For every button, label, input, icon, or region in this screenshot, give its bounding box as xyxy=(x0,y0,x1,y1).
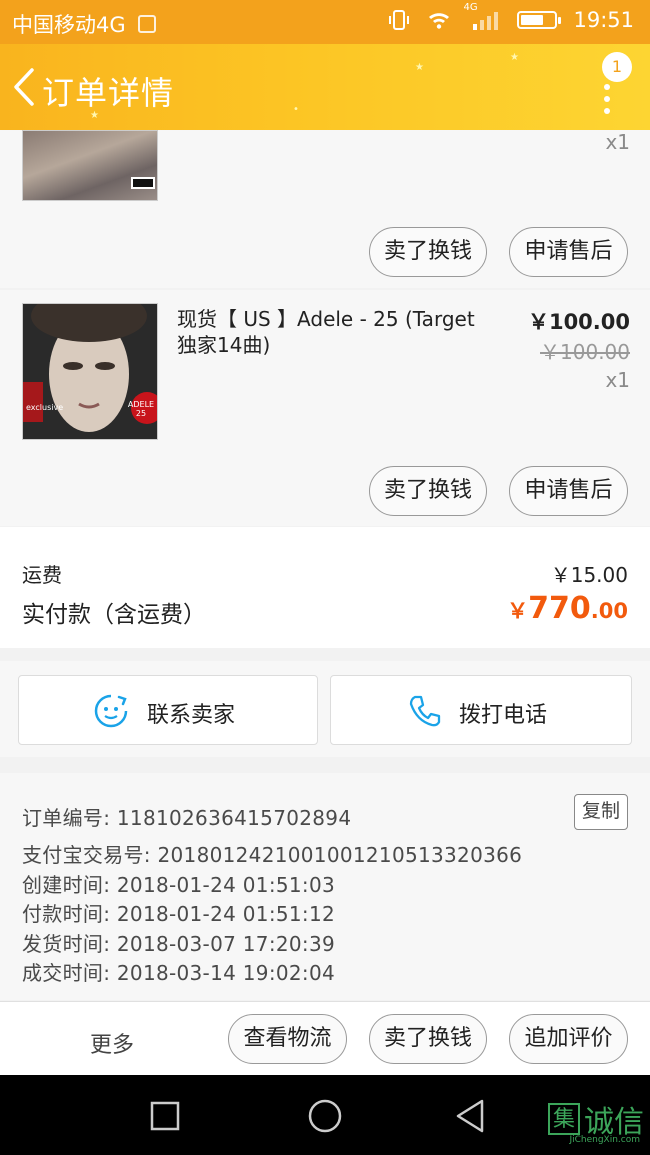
contact-seller-button[interactable]: 联系卖家 xyxy=(18,675,318,745)
vibrate-icon xyxy=(389,10,410,30)
album-cover-image[interactable]: exclusive ADELE 25 xyxy=(22,303,158,440)
order-item: x1 卖了换钱 申请售后 xyxy=(0,130,650,288)
carrier-label: 中国移动4G xyxy=(12,13,126,37)
album-cover-sticker: exclusive xyxy=(26,403,64,412)
watermark-subtext: JiChengXin.com xyxy=(569,1135,640,1145)
order-info: 订单编号: 1181026364157028​94 复制 支付宝交易号: 201… xyxy=(0,773,650,1000)
status-bar: 中国移动4G 4G 19:51 xyxy=(0,0,650,44)
footer-action-bar: 更多 查看物流 卖了换钱 追加评价 xyxy=(0,1001,650,1076)
recent-apps-icon[interactable] xyxy=(148,1099,182,1133)
wifi-icon xyxy=(429,13,450,29)
product-title[interactable]: 现货【 US 】Adele - 25 (Target独家14曲) xyxy=(177,306,487,358)
phone-icon xyxy=(409,695,441,727)
order-item: exclusive ADELE 25 现货【 US 】Adele - 25 (T… xyxy=(0,290,650,526)
album-cover-text: ADELE 25 xyxy=(127,400,155,418)
item-quantity: x1 xyxy=(605,130,630,154)
clock: 19:51 xyxy=(573,8,634,32)
signal-icon: 4G xyxy=(463,2,501,32)
home-icon[interactable] xyxy=(306,1097,344,1135)
item-quantity: x1 xyxy=(605,368,630,392)
more-button[interactable]: 更多 xyxy=(90,1027,134,1059)
contact-bar: 联系卖家 拨打电话 xyxy=(0,661,650,757)
alipay-trade-number: 支付宝交易号: 2018012421001001210513320366 xyxy=(22,843,523,867)
system-nav-bar: 集 诚信 JiChengXin.com xyxy=(0,1075,650,1155)
completed-time: 成交时间: 2018-03-14 19:02:04 xyxy=(22,961,336,985)
shipping-label: 运费 xyxy=(22,563,62,587)
contact-seller-label: 联系卖家 xyxy=(147,703,236,728)
nav-bar: ★ ★ • ★ 订单详情 1 xyxy=(0,44,650,130)
shipping-value: ￥15.00 xyxy=(550,563,628,587)
paid-time: 付款时间: 2018-01-24 01:51:12 xyxy=(22,902,336,926)
product-price: ￥100.00 xyxy=(527,310,630,334)
sim-card-icon xyxy=(137,15,156,33)
total-amount: ￥770.00 xyxy=(507,591,628,626)
sell-button[interactable]: 卖了换钱 xyxy=(369,466,487,516)
after-sales-button[interactable]: 申请售后 xyxy=(509,466,628,516)
copy-button[interactable]: 复制 xyxy=(574,794,628,830)
shipped-time: 发货时间: 2018-03-07 17:20:39 xyxy=(22,932,336,956)
battery-icon xyxy=(517,11,562,29)
currency-symbol: ￥ xyxy=(507,599,529,623)
created-time: 创建时间: 2018-01-24 01:51:03 xyxy=(22,873,336,897)
sell-button[interactable]: 卖了换钱 xyxy=(369,227,487,277)
sell-button[interactable]: 卖了换钱 xyxy=(369,1014,487,1064)
total-decimal: .00 xyxy=(590,599,628,623)
original-price: ￥100.00 xyxy=(540,340,630,364)
page-title: 订单详情 xyxy=(42,74,175,112)
view-logistics-button[interactable]: 查看物流 xyxy=(228,1014,347,1064)
after-sales-button[interactable]: 申请售后 xyxy=(509,227,628,277)
album-cover-image[interactable] xyxy=(22,130,158,201)
chevron-left-icon[interactable] xyxy=(10,66,36,108)
total-label: 实付款（含运费） xyxy=(22,602,206,628)
add-review-button[interactable]: 追加评价 xyxy=(509,1014,628,1064)
payment-summary: 运费 ￥15.00 实付款（含运费） ￥770.00 xyxy=(0,527,650,648)
call-phone-button[interactable]: 拨打电话 xyxy=(330,675,632,745)
back-triangle-icon[interactable] xyxy=(452,1097,488,1135)
total-integer: 770 xyxy=(528,591,591,626)
chat-face-icon xyxy=(94,694,128,728)
watermark-char: 集 xyxy=(548,1103,580,1135)
notification-badge[interactable]: 1 xyxy=(602,52,632,82)
call-phone-label: 拨打电话 xyxy=(459,703,548,728)
order-number: 订单编号: 1181026364157028​94 xyxy=(22,806,352,830)
more-vertical-icon[interactable] xyxy=(604,84,610,120)
